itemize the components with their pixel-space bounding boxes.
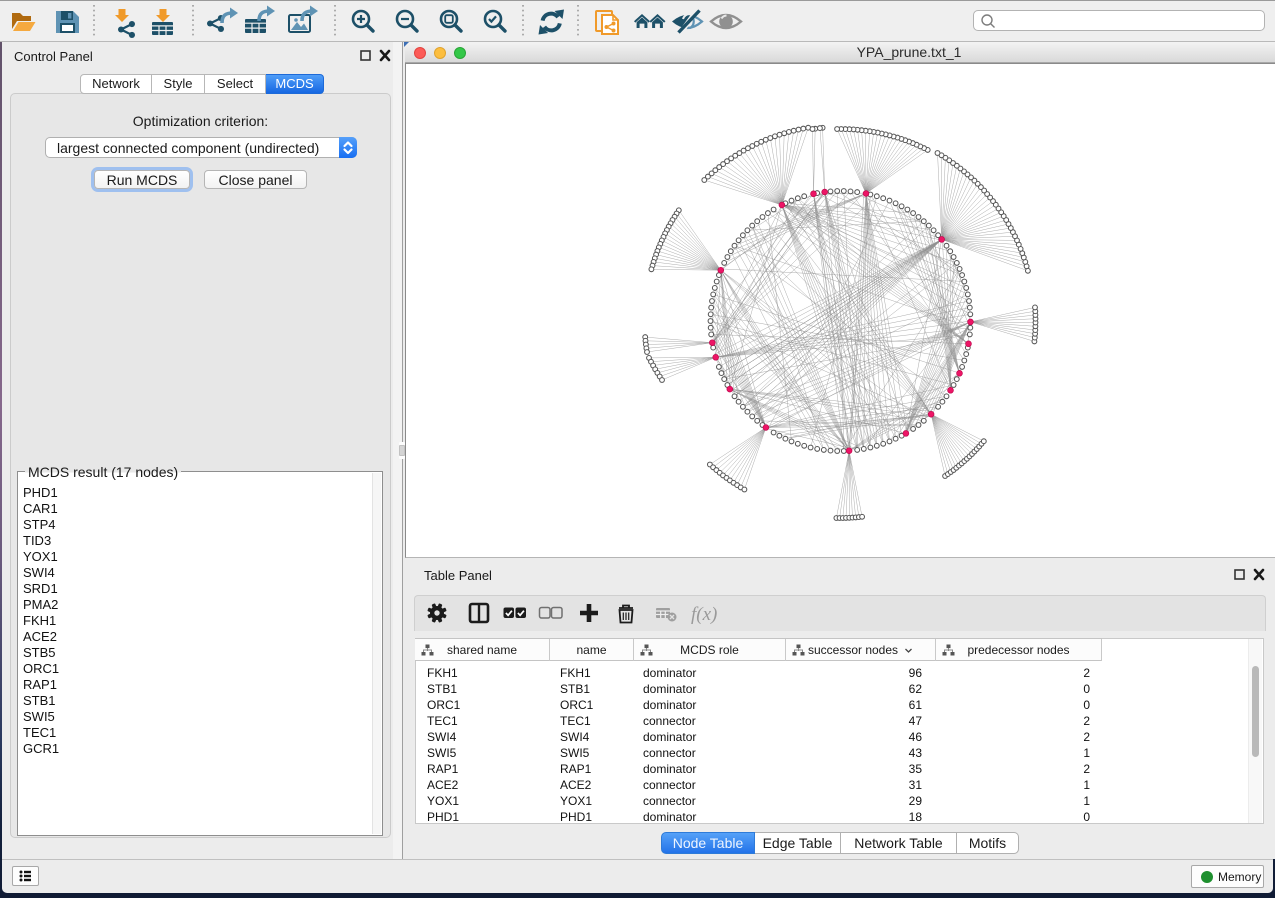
svg-text:f(x): f(x): [691, 604, 717, 625]
